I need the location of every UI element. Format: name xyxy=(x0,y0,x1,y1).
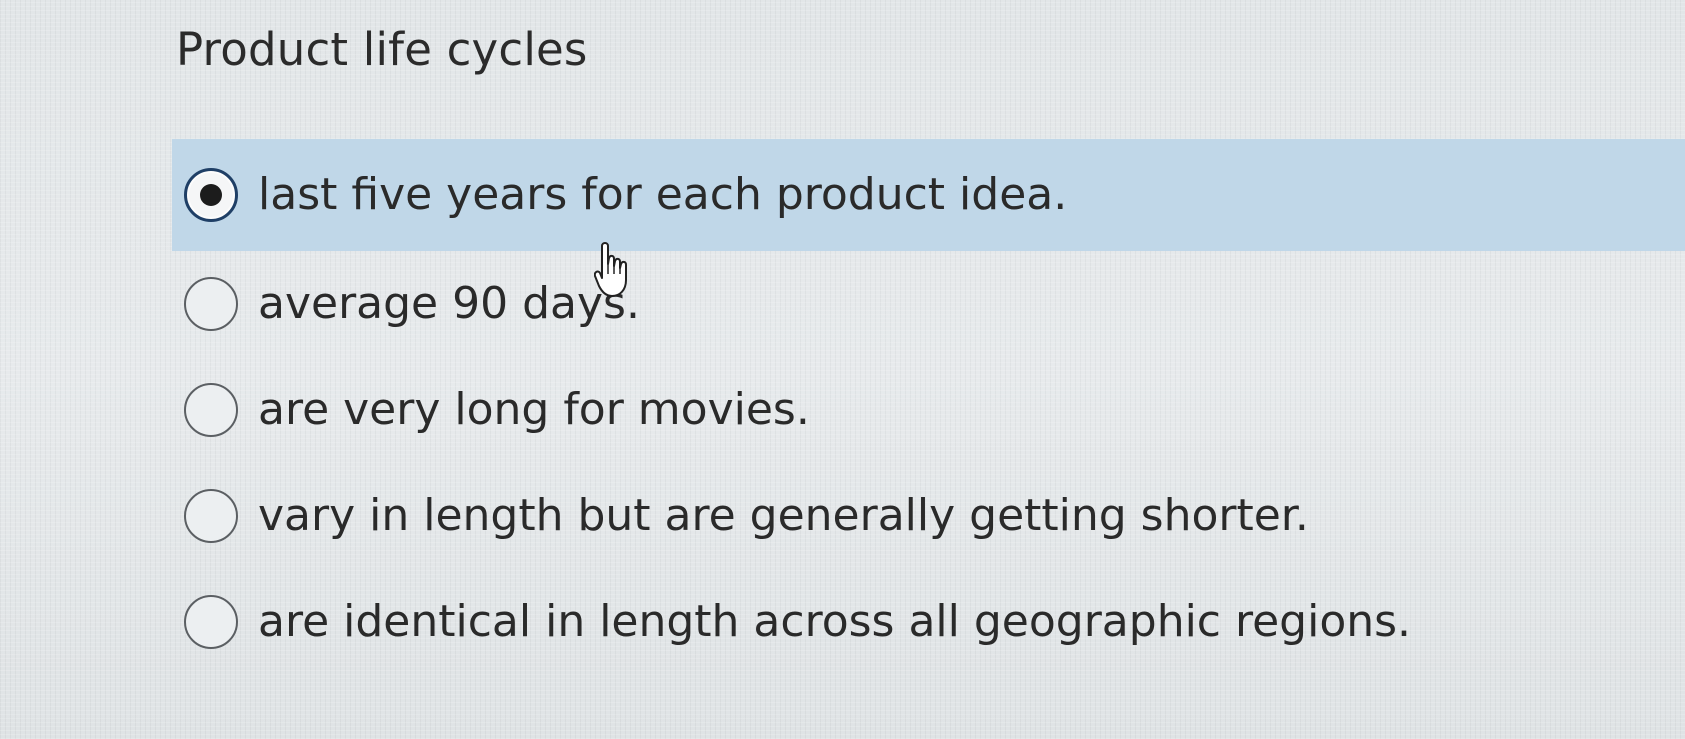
answer-option-label: are identical in length across all geogr… xyxy=(258,596,1412,647)
answer-option-1[interactable]: last five years for each product idea. xyxy=(172,139,1685,251)
answer-options-list: last five years for each product idea. a… xyxy=(172,139,1685,675)
answer-option-label: last five years for each product idea. xyxy=(258,169,1068,220)
radio-button[interactable] xyxy=(184,383,238,437)
radio-dot-icon xyxy=(200,184,222,206)
answer-option-3[interactable]: are very long for movies. xyxy=(172,357,1685,463)
radio-button[interactable] xyxy=(184,489,238,543)
answer-option-2[interactable]: average 90 days. xyxy=(172,251,1685,357)
answer-option-label: vary in length but are generally getting… xyxy=(258,490,1309,541)
radio-button[interactable] xyxy=(184,595,238,649)
answer-option-5[interactable]: are identical in length across all geogr… xyxy=(172,569,1685,675)
radio-button-selected[interactable] xyxy=(184,168,238,222)
question-title: Product life cycles xyxy=(176,23,588,76)
answer-option-label: are very long for movies. xyxy=(258,384,810,435)
radio-button[interactable] xyxy=(184,277,238,331)
answer-option-4[interactable]: vary in length but are generally getting… xyxy=(172,463,1685,569)
hand-pointer-icon xyxy=(594,242,627,297)
answer-option-label: average 90 days. xyxy=(258,278,640,329)
